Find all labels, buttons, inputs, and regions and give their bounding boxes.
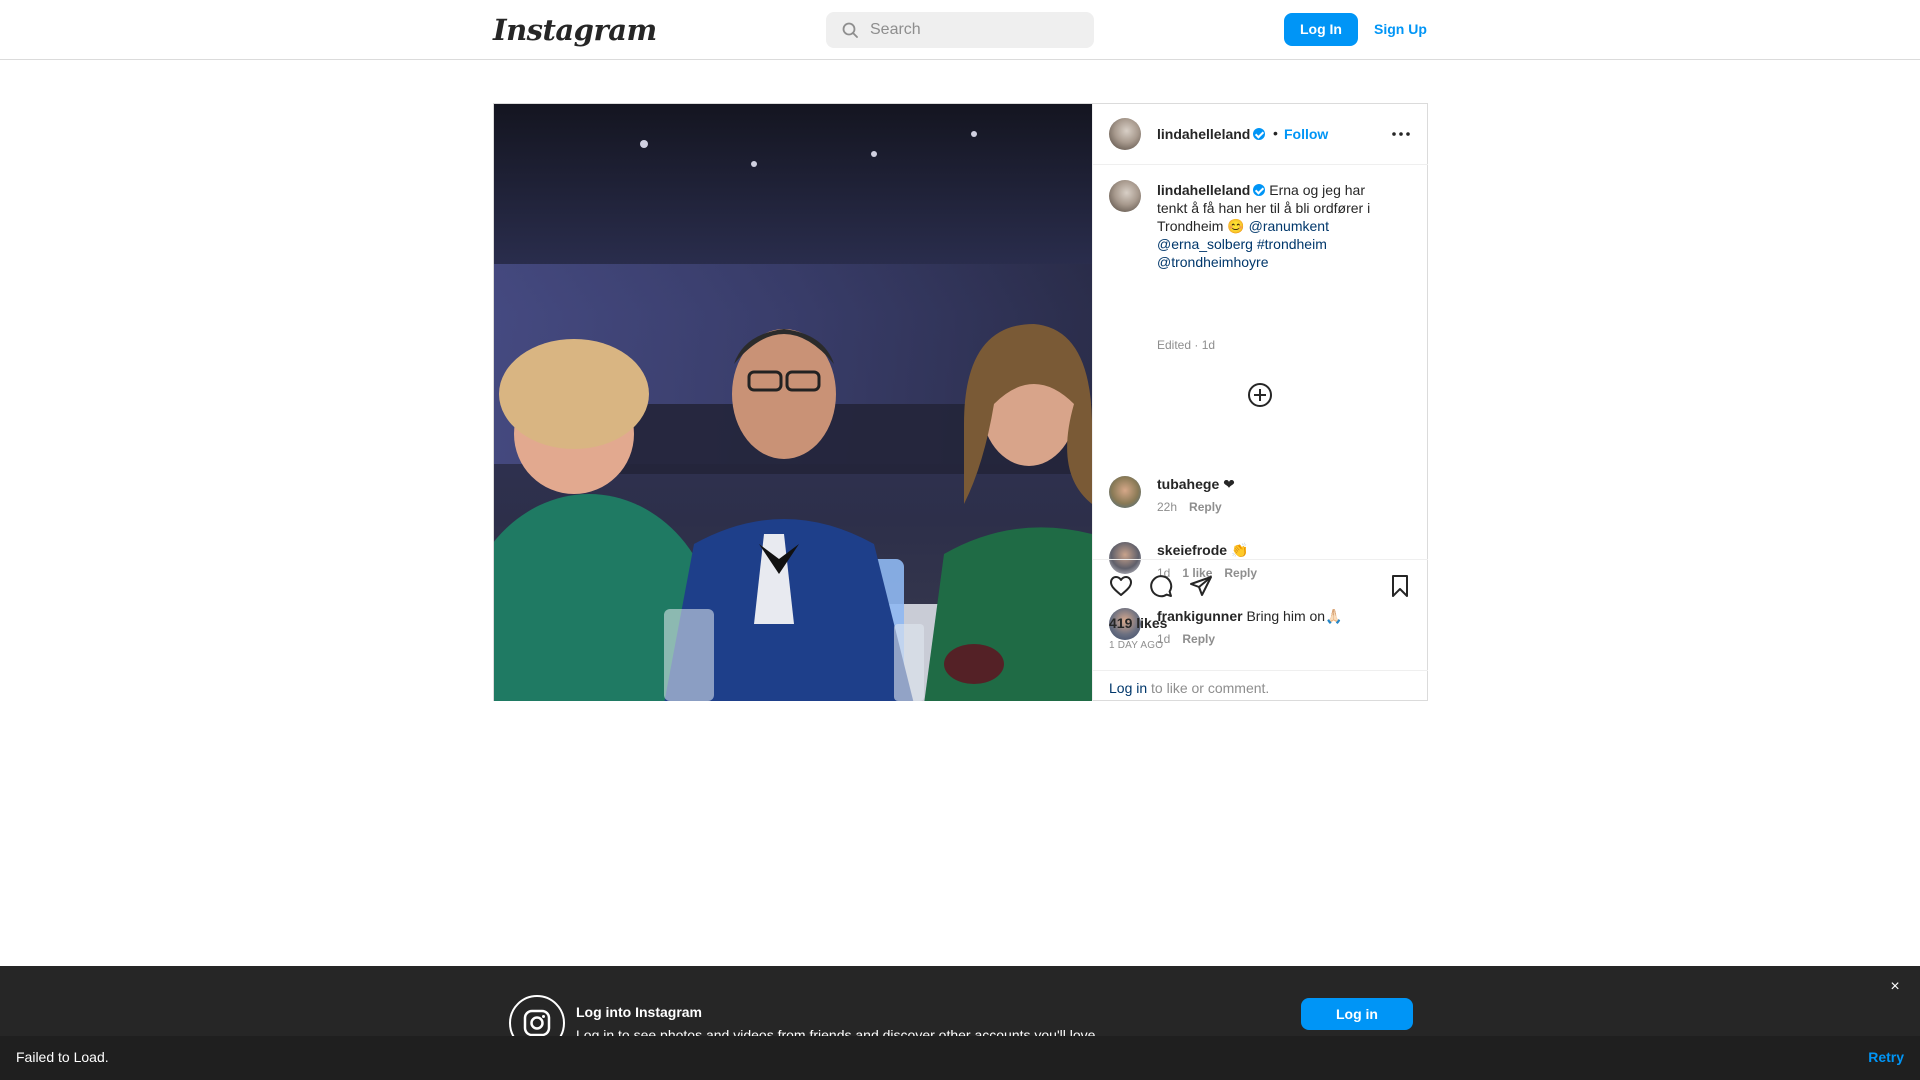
reply-button[interactable]: Reply bbox=[1189, 500, 1222, 514]
comment-time[interactable]: 22h bbox=[1157, 500, 1177, 514]
comment-bubble-icon[interactable] bbox=[1149, 574, 1173, 598]
like-count[interactable]: 419 likes bbox=[1109, 615, 1167, 631]
banner-login-button[interactable]: Log in bbox=[1301, 998, 1413, 1030]
comment-username[interactable]: skeiefrode bbox=[1157, 542, 1227, 558]
post-sidebar: lindahelleland • Follow lindahelleland E… bbox=[1092, 104, 1428, 701]
comment-body: 👏 bbox=[1230, 542, 1249, 558]
toast-message: Failed to Load. bbox=[16, 1049, 109, 1065]
username[interactable]: lindahelleland bbox=[1157, 126, 1250, 142]
comment-text: skeiefrode 👏 bbox=[1157, 542, 1248, 559]
avatar[interactable] bbox=[1109, 476, 1141, 508]
login-prompt: Log in to like or comment. bbox=[1093, 670, 1428, 702]
top-nav: Instagram Search Log In Sign Up bbox=[0, 0, 1920, 60]
mention-link[interactable]: @ranumkent bbox=[1249, 218, 1329, 234]
comment-meta: 22h Reply bbox=[1157, 500, 1234, 514]
banner-title: Log into Instagram bbox=[576, 1004, 702, 1020]
mention-link[interactable]: @erna_solberg bbox=[1157, 236, 1253, 252]
avatar[interactable] bbox=[1109, 180, 1141, 212]
login-button[interactable]: Log In bbox=[1284, 13, 1358, 46]
post-author[interactable]: lindahelleland bbox=[1157, 126, 1266, 142]
search-box[interactable]: Search bbox=[826, 12, 1094, 48]
post-card: lindahelleland • Follow lindahelleland E… bbox=[493, 103, 1428, 701]
mention-link[interactable]: @trondheimhoyre bbox=[1157, 254, 1269, 270]
error-toast: Failed to Load. Retry bbox=[0, 1036, 1920, 1080]
login-prompt-text: to like or comment. bbox=[1147, 680, 1270, 696]
post-actions: 419 likes 1 DAY AGO Log in to like or co… bbox=[1093, 559, 1428, 701]
post-photo[interactable] bbox=[494, 104, 1092, 701]
hashtag-link[interactable]: #trondheim bbox=[1257, 236, 1327, 252]
share-send-icon[interactable] bbox=[1189, 574, 1213, 598]
comment-item: tubahege ❤ 22h Reply bbox=[1093, 476, 1428, 530]
instagram-logo[interactable]: Instagram bbox=[493, 13, 657, 47]
post-header: lindahelleland • Follow bbox=[1093, 104, 1428, 165]
login-banner: Log into Instagram Log in to see photos … bbox=[0, 966, 1920, 1036]
caption-text: lindahelleland Erna og jeg har tenkt å f… bbox=[1157, 181, 1397, 271]
separator-dot: • bbox=[1273, 125, 1278, 141]
follow-button[interactable]: Follow bbox=[1284, 126, 1328, 142]
close-icon[interactable]: × bbox=[1888, 979, 1902, 995]
verified-badge-icon bbox=[1253, 128, 1266, 140]
search-icon bbox=[842, 22, 858, 38]
comment-text: tubahege ❤ bbox=[1157, 476, 1235, 493]
like-heart-icon[interactable] bbox=[1109, 574, 1133, 598]
caption-meta: Edited · 1d bbox=[1157, 338, 1216, 352]
comment-username[interactable]: tubahege bbox=[1157, 476, 1219, 492]
search-input[interactable]: Search bbox=[870, 21, 921, 39]
more-options-icon[interactable] bbox=[1389, 126, 1413, 142]
banner-subtitle: Log in to see photos and videos from fri… bbox=[576, 1027, 1100, 1036]
post-image bbox=[494, 104, 1092, 701]
login-link[interactable]: Log in bbox=[1109, 680, 1147, 696]
caption-username[interactable]: lindahelleland bbox=[1157, 182, 1250, 198]
load-more-comments-icon[interactable] bbox=[1247, 382, 1273, 408]
comment-body: ❤ bbox=[1223, 476, 1235, 492]
post-timestamp[interactable]: 1 DAY AGO bbox=[1109, 640, 1163, 651]
avatar[interactable] bbox=[1109, 118, 1141, 150]
signup-link[interactable]: Sign Up bbox=[1374, 13, 1427, 46]
instagram-glyph-icon bbox=[509, 995, 565, 1036]
bookmark-icon[interactable] bbox=[1388, 574, 1412, 598]
verified-badge-icon bbox=[1253, 184, 1266, 196]
retry-button[interactable]: Retry bbox=[1868, 1049, 1904, 1065]
